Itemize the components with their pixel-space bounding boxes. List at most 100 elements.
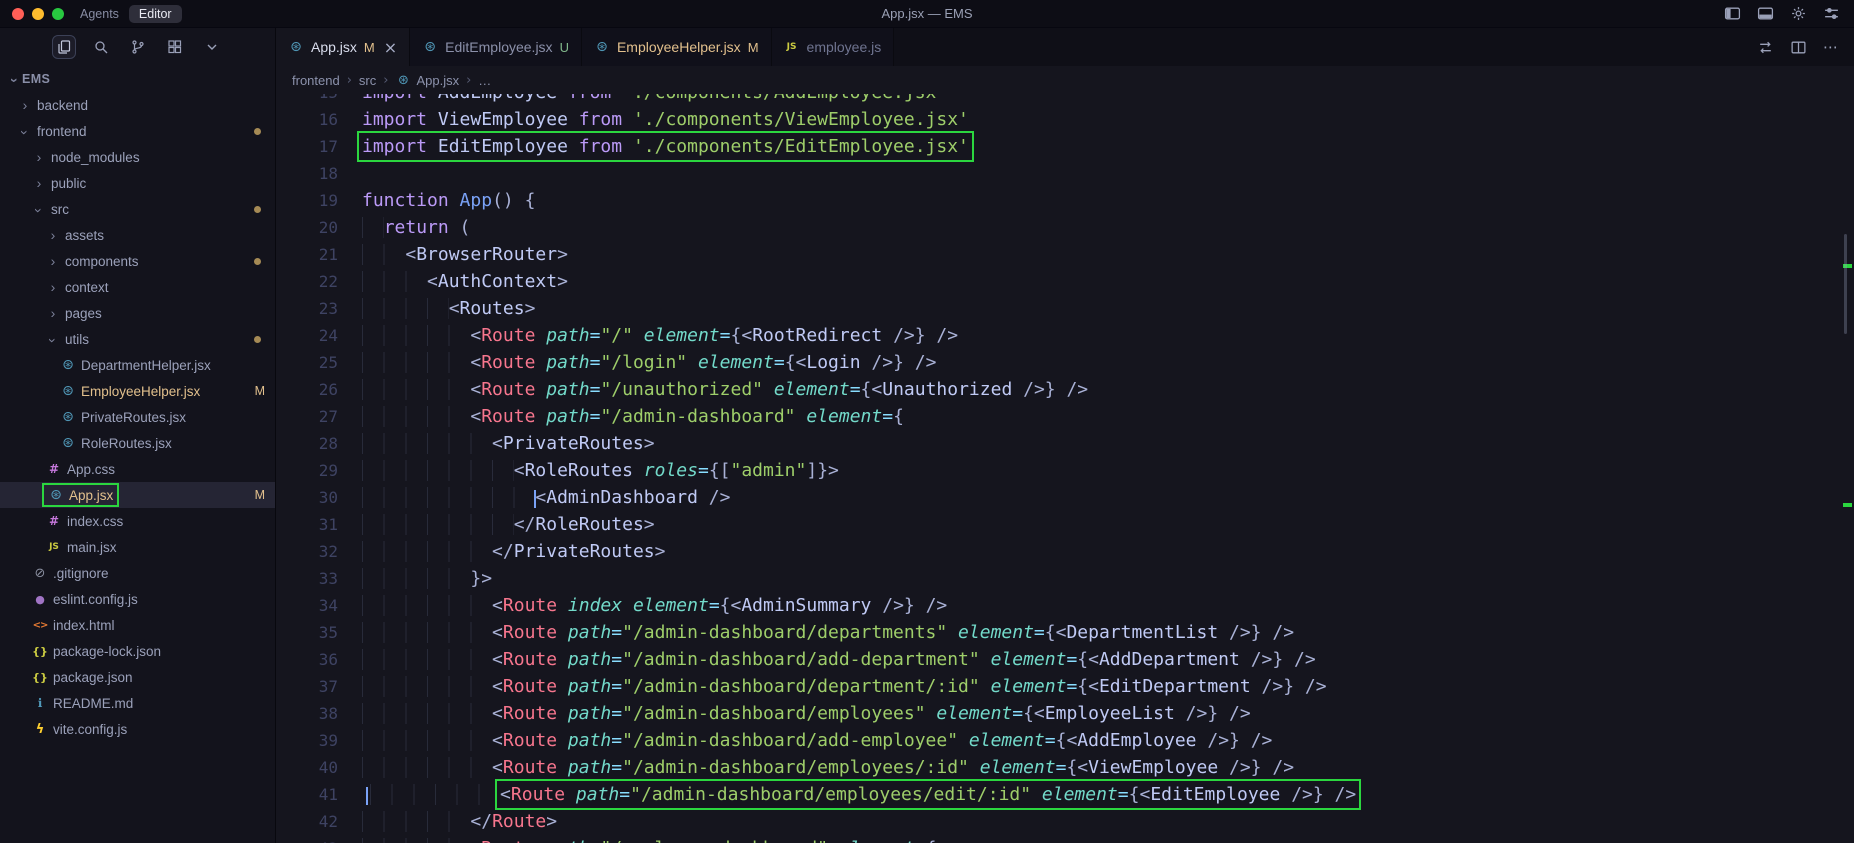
line-number[interactable]: 15 bbox=[276, 94, 362, 106]
sidebar-item-index-html[interactable]: <> index.html bbox=[0, 612, 275, 638]
code-line-15[interactable]: 15import AddEmployee from './components/… bbox=[276, 94, 1854, 106]
code-line-41[interactable]: 41 <Route path="/admin-dashboard/employe… bbox=[276, 779, 1854, 810]
line-number[interactable]: 34 bbox=[276, 592, 362, 619]
code-line-20[interactable]: 20 return ( bbox=[276, 214, 1854, 241]
sidebar-item-package-json[interactable]: {} package.json bbox=[0, 664, 275, 690]
line-number[interactable]: 22 bbox=[276, 268, 362, 295]
sidebar-item-pages[interactable]: › pages bbox=[0, 300, 275, 326]
tab-employeehelper-jsx[interactable]: ⊛ EmployeeHelper.jsx M bbox=[581, 28, 772, 66]
scrollbar-thumb[interactable] bbox=[1844, 234, 1847, 334]
line-number[interactable]: 38 bbox=[276, 700, 362, 727]
tab-employee-js[interactable]: JS employee.js bbox=[771, 28, 895, 66]
sidebar-item-vite-config-js[interactable]: ϟ vite.config.js bbox=[0, 716, 275, 742]
line-number[interactable]: 37 bbox=[276, 673, 362, 700]
line-number[interactable]: 18 bbox=[276, 160, 362, 187]
code-line-39[interactable]: 39 <Route path="/admin-dashboard/add-emp… bbox=[276, 727, 1854, 754]
code-line-42[interactable]: 42 </Route> bbox=[276, 808, 1854, 835]
line-number[interactable]: 26 bbox=[276, 376, 362, 403]
line-number[interactable]: 40 bbox=[276, 754, 362, 781]
chevron-right-icon[interactable]: › bbox=[46, 227, 60, 243]
line-number[interactable]: 31 bbox=[276, 511, 362, 538]
sidebar-item-backend[interactable]: › backend bbox=[0, 92, 275, 118]
sidebar-item-departmenthelper-jsx[interactable]: ⊛ DepartmentHelper.jsx bbox=[0, 352, 275, 378]
customize-layout-icon[interactable] bbox=[1823, 5, 1840, 22]
mode-tab-editor[interactable]: Editor bbox=[128, 4, 182, 23]
code-line-31[interactable]: 31 </RoleRoutes> bbox=[276, 511, 1854, 538]
sidebar-item-readme-md[interactable]: ℹ README.md bbox=[0, 690, 275, 716]
code-line-30[interactable]: 30 <AdminDashboard /> bbox=[276, 484, 1854, 511]
chevron-right-icon[interactable]: › bbox=[32, 175, 46, 191]
line-number[interactable]: 30 bbox=[276, 484, 362, 511]
code-line-27[interactable]: 27 <Route path="/admin-dashboard" elemen… bbox=[276, 403, 1854, 430]
code-line-17[interactable]: 17 import EditEmployee from './components… bbox=[276, 131, 1854, 162]
line-number[interactable]: 17 bbox=[276, 133, 362, 160]
code-line-16[interactable]: 16 import ViewEmployee from './components… bbox=[276, 106, 1854, 133]
line-number[interactable]: 29 bbox=[276, 457, 362, 484]
code-line-33[interactable]: 33 }> bbox=[276, 565, 1854, 592]
line-number[interactable]: 21 bbox=[276, 241, 362, 268]
source-control-icon[interactable] bbox=[126, 35, 150, 59]
code-line-37[interactable]: 37 <Route path="/admin-dashboard/departm… bbox=[276, 673, 1854, 700]
open-changes-icon[interactable] bbox=[1757, 39, 1774, 56]
sidebar-item-index-css[interactable]: # index.css bbox=[0, 508, 275, 534]
line-number[interactable]: 16 bbox=[276, 106, 362, 133]
code-line-35[interactable]: 35 <Route path="/admin-dashboard/departm… bbox=[276, 619, 1854, 646]
section-chevron-icon[interactable]: › bbox=[7, 74, 23, 88]
sidebar-item--gitignore[interactable]: ⊘ .gitignore bbox=[0, 560, 275, 586]
code-line-36[interactable]: 36 <Route path="/admin-dashboard/add-dep… bbox=[276, 646, 1854, 673]
chevron-down-icon[interactable]: › bbox=[45, 334, 61, 348]
chevron-down-icon[interactable]: › bbox=[17, 126, 33, 140]
line-number[interactable]: 19 bbox=[276, 187, 362, 214]
line-number[interactable]: 42 bbox=[276, 808, 362, 835]
search-icon[interactable] bbox=[89, 35, 113, 59]
code-line-43[interactable]: 43 <Route path="/employee-dashboard" ele… bbox=[276, 835, 1854, 843]
toggle-panel-left-icon[interactable] bbox=[1724, 5, 1741, 22]
chevron-down-icon[interactable]: › bbox=[31, 204, 47, 218]
line-number[interactable]: 24 bbox=[276, 322, 362, 349]
line-number[interactable]: 41 bbox=[276, 781, 362, 808]
line-number[interactable]: 32 bbox=[276, 538, 362, 565]
code-line-28[interactable]: 28 <PrivateRoutes> bbox=[276, 430, 1854, 457]
line-number[interactable]: 33 bbox=[276, 565, 362, 592]
chevron-down-icon[interactable] bbox=[200, 35, 224, 59]
breadcrumb-item[interactable]: ⊛ App.jsx bbox=[395, 73, 459, 88]
code-line-23[interactable]: 23 <Routes> bbox=[276, 295, 1854, 322]
close-icon[interactable]: × bbox=[384, 38, 397, 57]
code-line-19[interactable]: 19 function App() { bbox=[276, 187, 1854, 214]
code-line-29[interactable]: 29 <RoleRoutes roles={["admin"]}> bbox=[276, 457, 1854, 484]
line-number[interactable]: 20 bbox=[276, 214, 362, 241]
chevron-right-icon[interactable]: › bbox=[46, 279, 60, 295]
chevron-right-icon[interactable]: › bbox=[46, 253, 60, 269]
extensions-icon[interactable] bbox=[163, 35, 187, 59]
code-line-18[interactable]: 18 bbox=[276, 160, 1854, 187]
toggle-panel-bottom-icon[interactable] bbox=[1757, 5, 1774, 22]
explorer-section-ems[interactable]: › EMS bbox=[0, 66, 275, 92]
code-line-38[interactable]: 38 <Route path="/admin-dashboard/employe… bbox=[276, 700, 1854, 727]
sidebar-item-app-css[interactable]: # App.css bbox=[0, 456, 275, 482]
sidebar-item-package-lock-json[interactable]: {} package-lock.json bbox=[0, 638, 275, 664]
line-number[interactable]: 35 bbox=[276, 619, 362, 646]
sidebar-item-context[interactable]: › context bbox=[0, 274, 275, 300]
breadcrumb-item[interactable]: … bbox=[478, 73, 491, 88]
sidebar-item-employeehelper-jsx[interactable]: ⊛ EmployeeHelper.jsx M bbox=[0, 378, 275, 404]
sidebar-item-app-jsx[interactable]: ⊛ App.jsx M bbox=[0, 482, 275, 508]
sidebar-item-assets[interactable]: › assets bbox=[0, 222, 275, 248]
code-line-24[interactable]: 24 <Route path="/" element={<RootRedirec… bbox=[276, 322, 1854, 349]
split-editor-icon[interactable] bbox=[1790, 39, 1807, 56]
tab-app-jsx[interactable]: ⊛ App.jsx M × bbox=[276, 28, 411, 66]
code-line-34[interactable]: 34 <Route index element={<AdminSummary /… bbox=[276, 592, 1854, 619]
sidebar-item-node-modules[interactable]: › node_modules bbox=[0, 144, 275, 170]
mode-tab-agents[interactable]: Agents bbox=[80, 7, 119, 21]
line-number[interactable]: 27 bbox=[276, 403, 362, 430]
sidebar-item-public[interactable]: › public bbox=[0, 170, 275, 196]
code-line-25[interactable]: 25 <Route path="/login" element={<Login … bbox=[276, 349, 1854, 376]
sidebar-item-components[interactable]: › components bbox=[0, 248, 275, 274]
line-number[interactable]: 28 bbox=[276, 430, 362, 457]
code-line-21[interactable]: 21 <BrowserRouter> bbox=[276, 241, 1854, 268]
more-actions-icon[interactable]: ⋯ bbox=[1823, 38, 1838, 56]
line-number[interactable]: 25 bbox=[276, 349, 362, 376]
sidebar-item-frontend[interactable]: › frontend bbox=[0, 118, 275, 144]
line-number[interactable]: 36 bbox=[276, 646, 362, 673]
explorer-files-icon[interactable] bbox=[51, 35, 76, 59]
sidebar-item-privateroutes-jsx[interactable]: ⊛ PrivateRoutes.jsx bbox=[0, 404, 275, 430]
